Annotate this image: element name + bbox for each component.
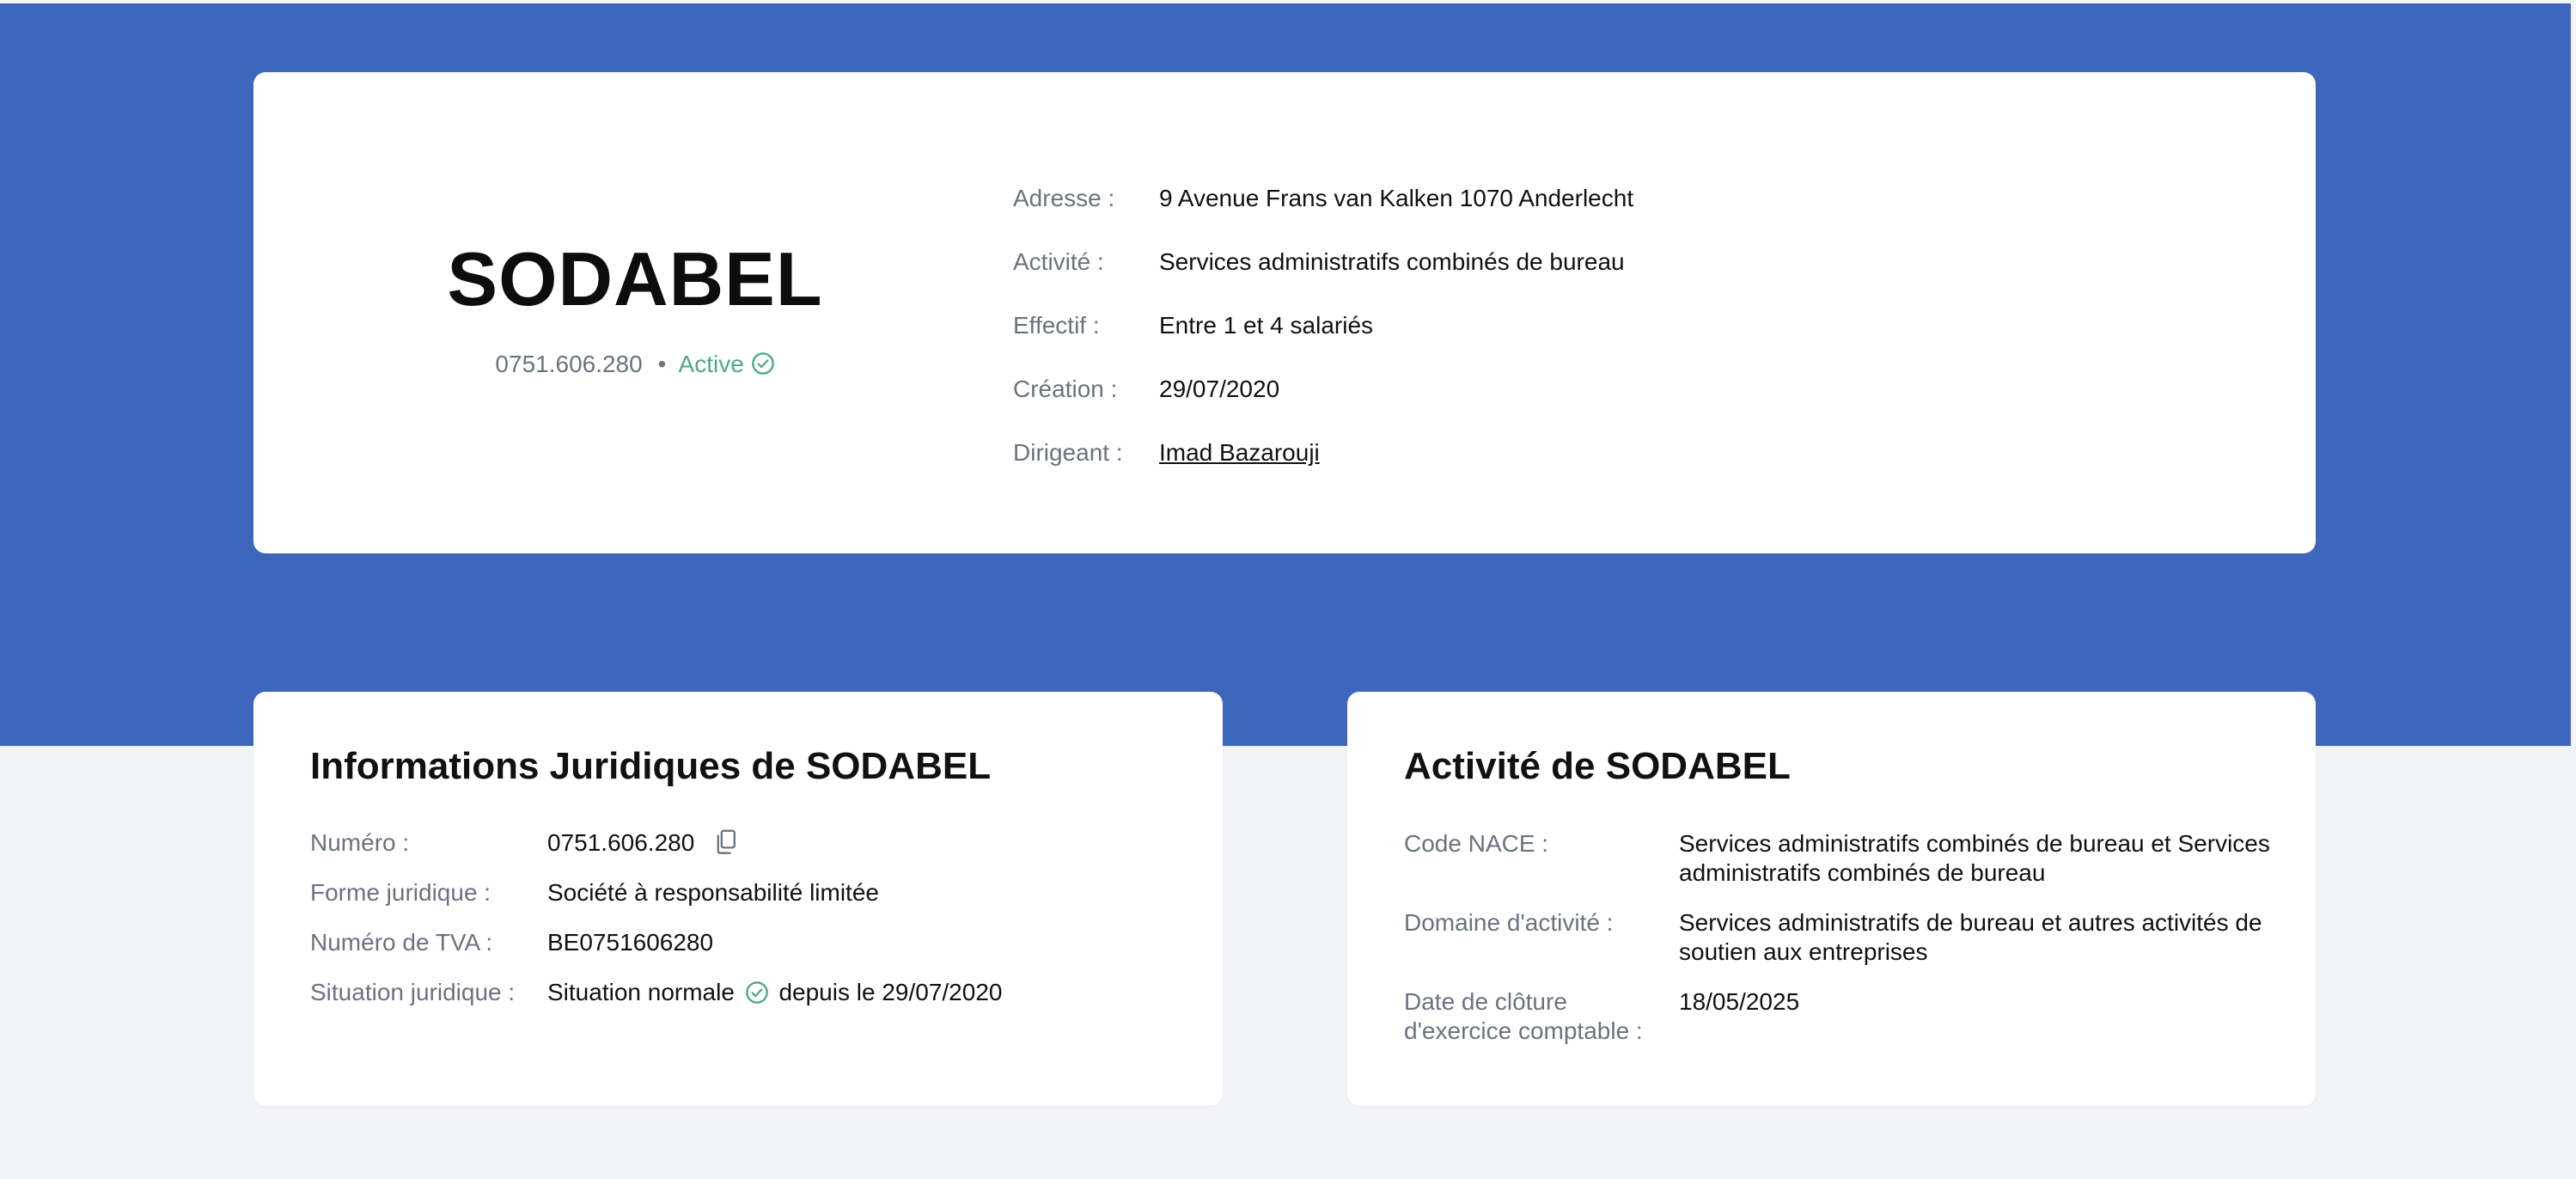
info-label: Code NACE :: [1404, 830, 1549, 857]
detail-value-creation: 29/07/2020: [1159, 376, 1280, 402]
detail-value-activity: Services administratifs combinés de bure…: [1159, 248, 1625, 275]
detail-label: Adresse :: [1013, 185, 1115, 211]
director-link[interactable]: Imad Bazarouji: [1159, 439, 1320, 467]
detail-label: Activité :: [1013, 248, 1104, 275]
company-header-card: SODABEL 0751.606.280 • Active Adresse : …: [253, 72, 2316, 553]
company-number-value: 0751.606.280: [547, 829, 695, 856]
info-label: Forme juridique :: [310, 879, 491, 906]
info-value-domain: Services administratifs de bureau et aut…: [1679, 909, 2262, 965]
info-value-nace: Services administratifs combinés de bure…: [1679, 830, 2270, 886]
info-value-closing-date: 18/05/2025: [1679, 988, 1800, 1015]
info-label: Domaine d'activité :: [1404, 909, 1614, 936]
activity-row-domain: Domaine d'activité : Services administra…: [1404, 908, 2272, 967]
detail-row-activity: Activité : Services administratifs combi…: [1013, 230, 1633, 294]
info-label: Numéro de TVA :: [310, 929, 493, 956]
situation-since: depuis le 29/07/2020: [778, 979, 1003, 1005]
detail-row-address: Adresse : 9 Avenue Frans van Kalken 1070…: [1013, 167, 1633, 230]
status-badge: Active: [679, 351, 775, 377]
check-circle-icon: [745, 981, 768, 1004]
info-label: Situation juridique :: [310, 979, 516, 1005]
detail-label: Création :: [1013, 376, 1118, 402]
situation-status: Situation normale: [547, 979, 735, 1005]
info-label: Numéro :: [310, 829, 410, 856]
detail-value-address: 9 Avenue Frans van Kalken 1070 Anderlech…: [1159, 185, 1634, 211]
legal-info-card: Informations Juridiques de SODABEL Numér…: [253, 692, 1223, 1106]
activity-row-closing-date: Date de clôture d'exercice comptable : 1…: [1404, 987, 2272, 1046]
legal-row-vat: Numéro de TVA : BE0751606280: [310, 929, 1002, 979]
copy-icon[interactable]: [715, 829, 737, 855]
info-label: Date de clôture d'exercice comptable :: [1404, 988, 1643, 1044]
legal-row-number: Numéro : 0751.606.280: [310, 829, 1002, 879]
info-value-situation: Situation normale depuis le 29/07/2020: [547, 979, 1002, 1006]
legal-row-situation: Situation juridique : Situation normale …: [310, 979, 1002, 1029]
activity-row-nace: Code NACE : Services administratifs comb…: [1404, 829, 2272, 888]
info-value-vat: BE0751606280: [547, 929, 714, 956]
company-number: 0751.606.280: [495, 351, 643, 377]
detail-row-creation: Création : 29/07/2020: [1013, 357, 1633, 421]
activity-info-table: Code NACE : Services administratifs comb…: [1404, 829, 2272, 1066]
detail-row-director: Dirigeant : Imad Bazarouji: [1013, 421, 1633, 485]
detail-label: Effectif :: [1013, 312, 1100, 339]
page: SODABEL 0751.606.280 • Active Adresse : …: [0, 0, 2576, 1179]
activity-card: Activité de SODABEL Code NACE : Services…: [1347, 692, 2316, 1106]
legal-info-table: Numéro : 0751.606.280 Forme juridique : …: [310, 829, 1002, 1029]
legal-info-title: Informations Juridiques de SODABEL: [310, 745, 992, 787]
company-details: Adresse : 9 Avenue Frans van Kalken 1070…: [1013, 167, 1633, 485]
status-label: Active: [678, 351, 744, 377]
check-circle-icon: [751, 352, 774, 375]
company-subline: 0751.606.280 • Active: [253, 351, 1016, 378]
separator-dot: •: [657, 351, 667, 377]
company-name: SODABEL: [447, 236, 823, 321]
detail-label: Dirigeant :: [1013, 439, 1123, 466]
info-value-number: 0751.606.280: [547, 829, 737, 857]
detail-row-headcount: Effectif : Entre 1 et 4 salariés: [1013, 294, 1633, 357]
activity-title: Activité de SODABEL: [1404, 745, 1791, 787]
legal-row-form: Forme juridique : Société à responsabili…: [310, 879, 1002, 929]
detail-value-headcount: Entre 1 et 4 salariés: [1159, 312, 1374, 339]
info-value-legal-form: Société à responsabilité limitée: [547, 879, 879, 906]
